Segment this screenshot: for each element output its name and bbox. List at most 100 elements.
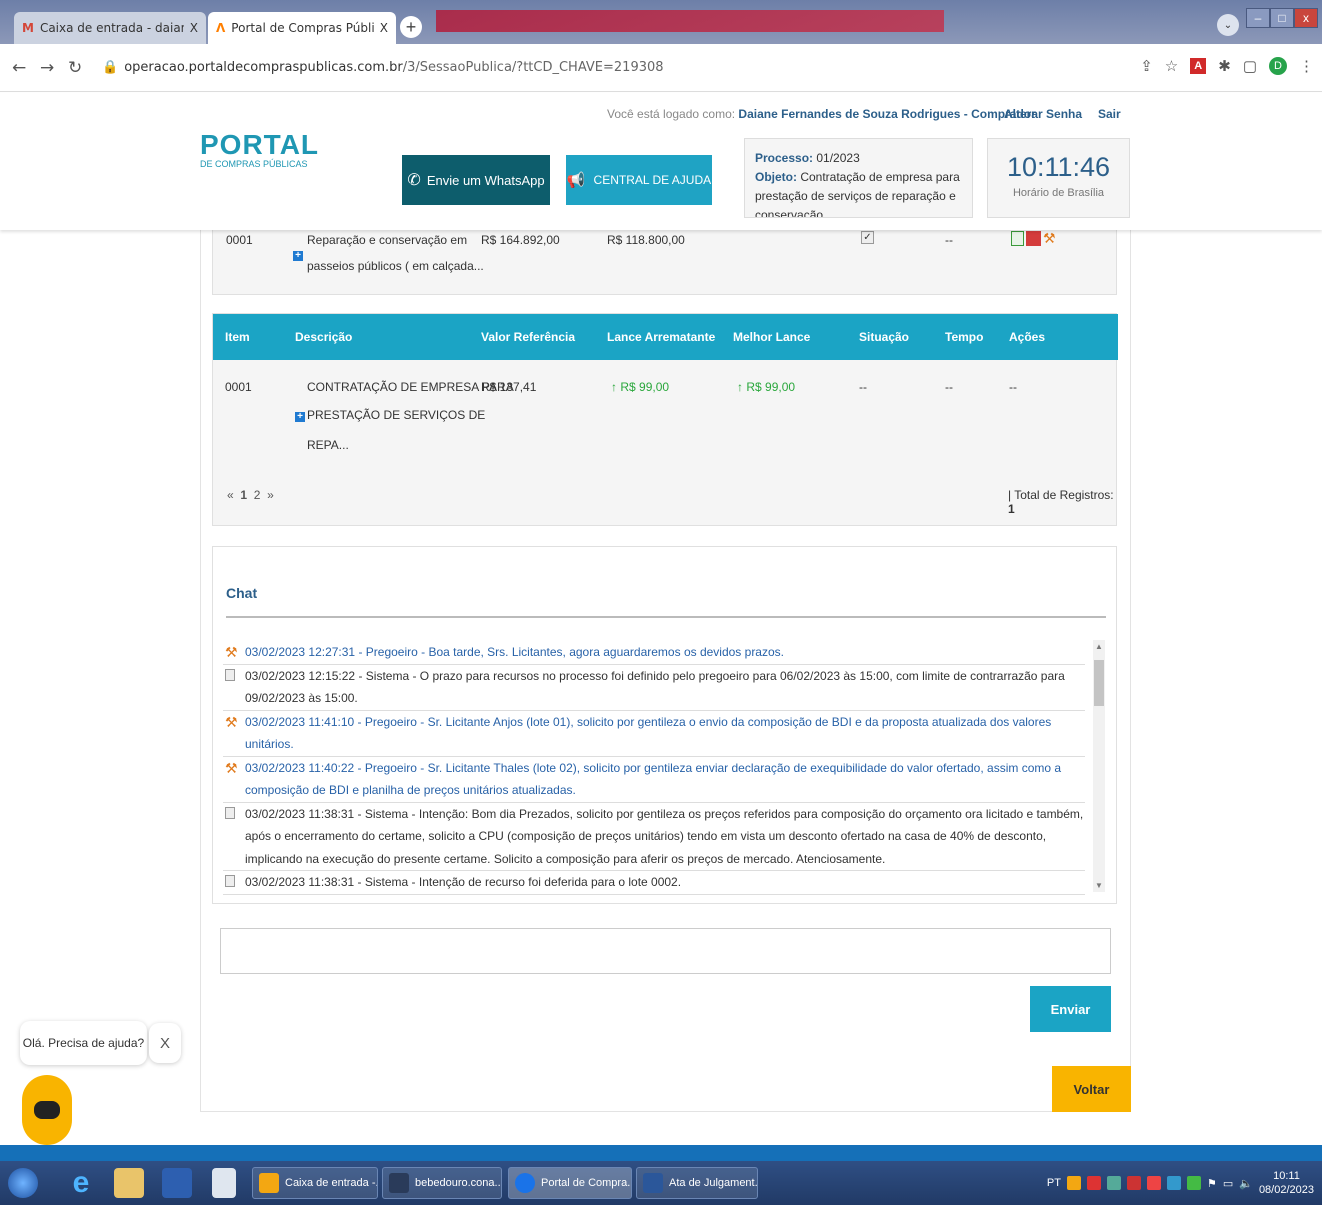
tray-outlook-icon[interactable] <box>1066 1176 1081 1190</box>
megaphone-icon: 📢 <box>566 172 586 189</box>
help-bubble[interactable]: Olá. Precisa de ajuda? <box>20 1021 147 1065</box>
profile-avatar[interactable]: D <box>1269 57 1287 75</box>
tab-close-icon[interactable]: X <box>380 21 388 35</box>
chat-scrollbar[interactable]: ▲ ▼ <box>1093 640 1105 892</box>
extensions-puzzle-icon[interactable]: ✱ <box>1218 57 1231 75</box>
expand-plus-icon[interactable]: + <box>295 408 307 422</box>
logout-link[interactable]: Sair <box>1098 107 1121 121</box>
tab-portal[interactable]: Λ Portal de Compras Públicas | Ses X <box>208 12 396 44</box>
th-tempo: Tempo <box>945 330 984 344</box>
minimize-icon[interactable]: – <box>1246 8 1270 28</box>
lot-desc-line2: passeios públicos ( em calçada... <box>307 259 484 273</box>
scroll-thumb[interactable] <box>1094 660 1104 706</box>
taskbar-window-outlook[interactable]: Caixa de entrada -... <box>252 1167 378 1199</box>
tray-app-icon[interactable] <box>1126 1176 1141 1190</box>
network-icon[interactable]: ▭ <box>1223 1177 1233 1190</box>
flag-icon[interactable]: ⚑ <box>1207 1177 1217 1190</box>
tray-app-icon[interactable] <box>1146 1176 1161 1190</box>
tray-app-icon[interactable] <box>1106 1176 1121 1190</box>
share-icon[interactable]: ⇪ <box>1140 57 1153 75</box>
tab-close-icon[interactable]: X <box>190 21 198 35</box>
maximize-icon[interactable]: □ <box>1270 8 1294 28</box>
lot-item: 0001 <box>226 233 253 247</box>
chat-message: 03/02/2023 12:15:22 - Sistema - O prazo … <box>223 665 1085 711</box>
page-2-button[interactable]: 2 <box>254 488 261 502</box>
first-page-button[interactable]: « <box>227 488 234 502</box>
taskbar-clock[interactable]: 10:11 08/02/2023 <box>1259 1169 1314 1197</box>
close-window-icon[interactable]: x <box>1294 8 1318 28</box>
media-player-icon[interactable] <box>162 1168 192 1198</box>
taskbar-window-chrome[interactable]: Portal de Compra... <box>508 1167 632 1199</box>
tray-app-icon[interactable] <box>1086 1176 1101 1190</box>
window-label: Ata de Julgament... <box>669 1177 758 1189</box>
help-center-button[interactable]: 📢 CENTRAL DE AJUDA <box>566 155 712 205</box>
chat-message-list[interactable]: ⚒ 03/02/2023 12:27:31 - Pregoeiro - Boa t… <box>223 641 1085 895</box>
th-acoes: Ações <box>1009 330 1046 344</box>
menu-kebab-icon[interactable]: ⋮ <box>1299 57 1314 75</box>
gavel-icon[interactable]: ⚒ <box>1043 231 1058 246</box>
checkbox-icon[interactable]: ✓ <box>861 231 874 244</box>
send-button[interactable]: Enviar <box>1030 986 1111 1032</box>
document-icon[interactable] <box>1011 231 1024 246</box>
scroll-up-icon[interactable]: ▲ <box>1095 642 1103 651</box>
windows-taskbar: e Caixa de entrada -... bebedouro.cona..… <box>0 1161 1322 1205</box>
taskbar-window-word[interactable]: Ata de Julgament... <box>636 1167 758 1199</box>
last-page-button[interactable]: » <box>267 488 274 502</box>
chat-message-text: 03/02/2023 11:41:10 - Pregoeiro - Sr. Li… <box>245 714 1052 752</box>
th-situacao: Situação <box>859 330 910 344</box>
cell-desc-line3: REPA... <box>307 438 349 452</box>
new-tab-button[interactable]: + <box>400 16 422 38</box>
taskbar-date: 08/02/2023 <box>1258 1184 1314 1196</box>
process-info: Processo: 01/2023 Objeto: Contratação de… <box>744 138 973 218</box>
chat-message-input[interactable] <box>220 928 1111 974</box>
internet-explorer-icon[interactable]: e <box>66 1168 96 1198</box>
word-icon <box>643 1173 663 1193</box>
system-document-icon <box>225 668 235 681</box>
lot-lance: R$ 118.800,00 <box>607 233 685 247</box>
list-icon[interactable] <box>1026 231 1041 246</box>
taskbar-window-bebedouro[interactable]: bebedouro.cona... <box>382 1167 502 1199</box>
scroll-down-icon[interactable]: ▼ <box>1095 881 1103 890</box>
chat-message: ⚒ 03/02/2023 11:40:22 - Pregoeiro - Sr. L… <box>223 757 1085 803</box>
help-close-button[interactable]: X <box>149 1023 181 1063</box>
back-arrow-icon[interactable]: ← <box>12 58 26 78</box>
side-panel-icon[interactable]: ▢ <box>1243 57 1257 75</box>
melhor-lance-value: R$ 99,00 <box>746 380 796 394</box>
gavel-icon: ⚒ <box>225 644 238 660</box>
system-document-icon <box>225 806 235 819</box>
back-button[interactable]: Voltar <box>1052 1066 1131 1112</box>
alter-password-link[interactable]: Alterar Senha <box>1004 107 1082 121</box>
pdf-extension-icon[interactable]: A <box>1190 58 1207 74</box>
gmail-icon: M <box>22 21 34 35</box>
tab-search-icon[interactable]: ⌄ <box>1217 14 1239 36</box>
bookmark-star-icon[interactable]: ☆ <box>1165 57 1178 75</box>
volume-icon[interactable]: 🔈 <box>1239 1177 1253 1190</box>
url-field[interactable]: 🔒 operacao.portaldecompraspublicas.com.br… <box>102 60 664 75</box>
chat-message-text: 03/02/2023 12:15:22 - Sistema - O prazo … <box>245 668 1065 706</box>
whatsapp-button[interactable]: ✆ Envie um WhatsApp <box>402 155 550 205</box>
portal-logo[interactable]: PORTAL DE COMPRAS PÚBLICAS <box>200 129 319 169</box>
start-button-icon[interactable] <box>8 1168 38 1198</box>
page-1-button[interactable]: 1 <box>240 488 247 502</box>
chat-divider <box>226 616 1106 618</box>
tab-gmail[interactable]: M Caixa de entrada - daiane.licitac X <box>14 12 206 44</box>
calculator-icon[interactable] <box>212 1168 236 1198</box>
tray-app-icon[interactable] <box>1166 1176 1181 1190</box>
site-header: Você está logado como: Daiane Fernandes … <box>0 93 1322 230</box>
reload-icon[interactable]: ↻ <box>68 58 82 78</box>
chat-message: 03/02/2023 11:37:07 - Sistema - Intenção… <box>223 895 1085 896</box>
total-records: | Total de Registros: 1 <box>1008 488 1116 516</box>
whatsapp-icon: ✆ <box>407 172 421 189</box>
forward-arrow-icon[interactable]: → <box>40 58 54 78</box>
th-valor-ref: Valor Referência <box>481 330 576 344</box>
chat-title: Chat <box>226 585 258 601</box>
language-indicator[interactable]: PT <box>1047 1177 1061 1189</box>
window-label: bebedouro.cona... <box>415 1177 502 1189</box>
tray-app-icon[interactable] <box>1186 1176 1201 1190</box>
system-tray: PT ⚑ ▭ 🔈 10:11 08/02/2023 <box>1047 1169 1314 1197</box>
help-chat-fab[interactable] <box>22 1075 72 1145</box>
cell-desc-line2: PRESTAÇÃO DE SERVIÇOS DE <box>307 408 486 422</box>
expand-plus-icon[interactable]: + <box>293 247 305 261</box>
chrome-icon <box>515 1173 535 1193</box>
file-explorer-icon[interactable] <box>114 1168 144 1198</box>
